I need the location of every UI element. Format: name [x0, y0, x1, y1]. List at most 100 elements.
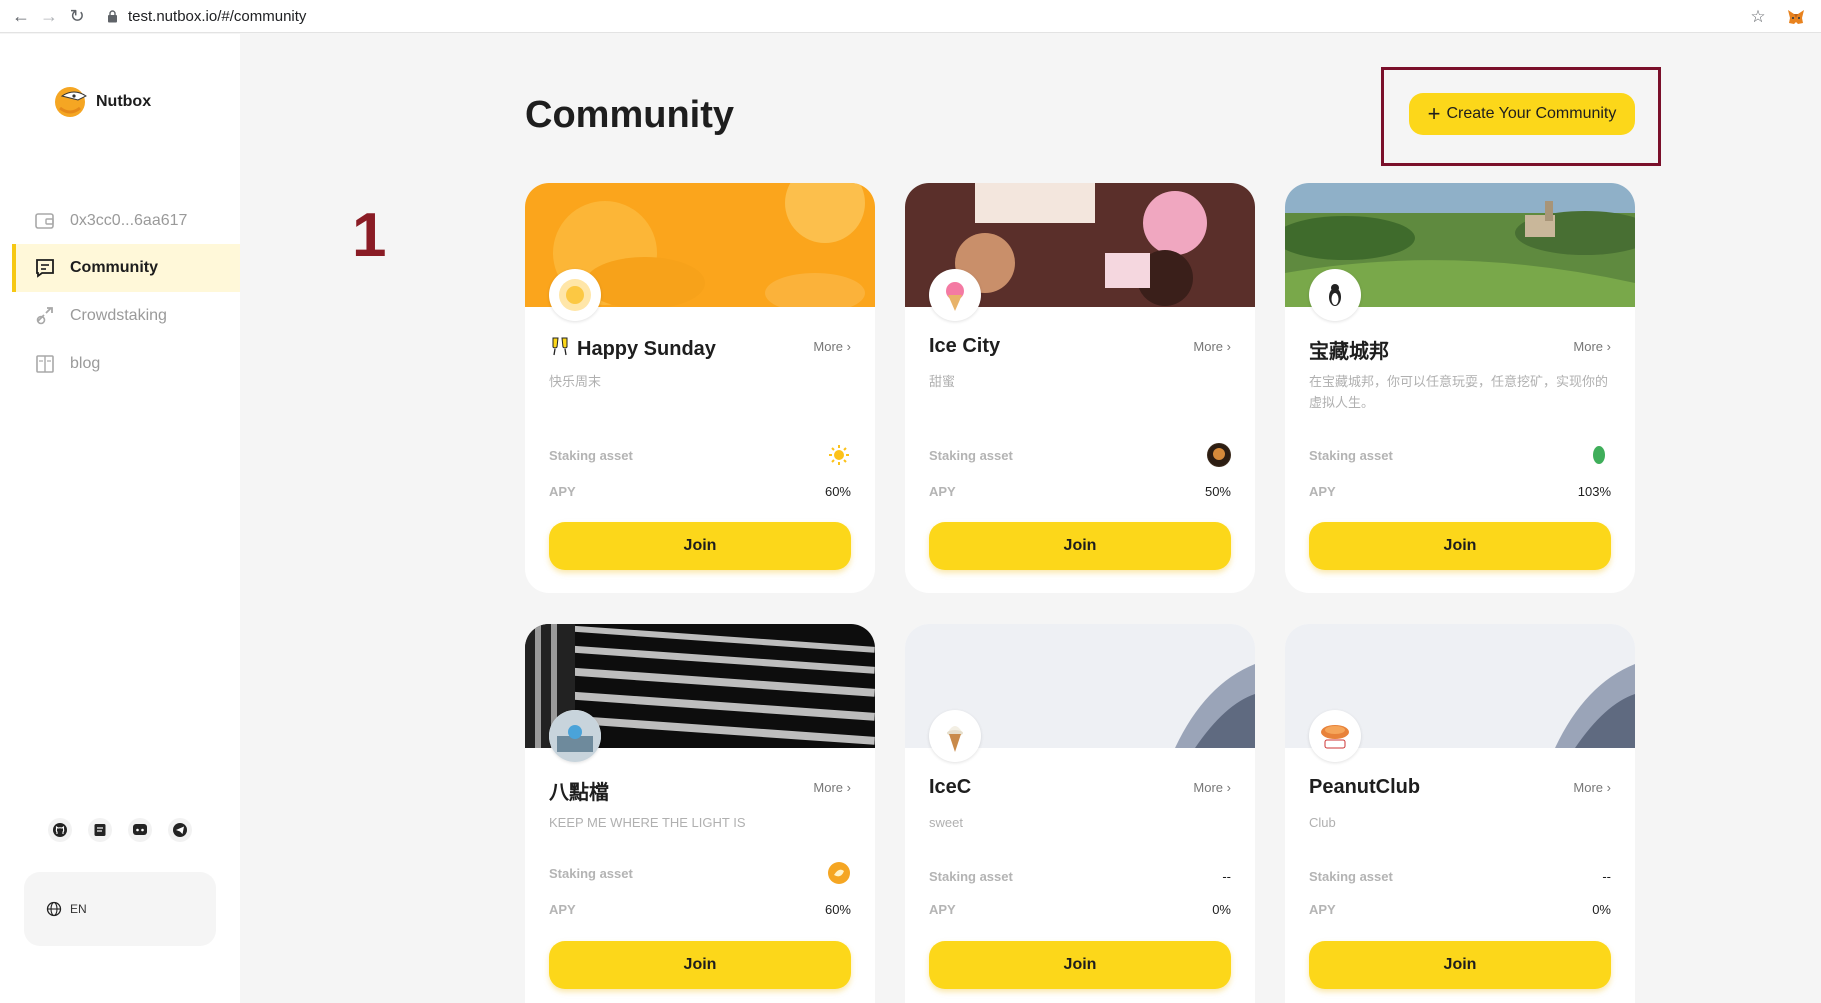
crowdstaking-icon	[34, 305, 56, 327]
wallet-icon	[34, 210, 56, 232]
staking-asset-nut-icon	[827, 861, 851, 885]
staking-asset-sun-icon	[827, 443, 851, 467]
community-avatar	[1309, 710, 1361, 762]
github-icon[interactable]	[48, 818, 72, 842]
staking-asset-label: Staking asset	[549, 448, 633, 463]
community-name: IceC	[929, 776, 972, 798]
community-card[interactable]: PeanutClub More › Club Staking asset -- …	[1285, 624, 1635, 1003]
community-card[interactable]: 八點檔 More › KEEP ME WHERE THE LIGHT IS St…	[525, 624, 875, 1003]
more-link[interactable]: More ›	[813, 339, 851, 354]
apy-label: APY	[549, 484, 576, 499]
apy-label: APY	[929, 484, 956, 499]
back-icon[interactable]: ←	[10, 5, 32, 27]
community-name: 宝藏城邦	[1309, 341, 1389, 363]
staking-asset-label: Staking asset	[929, 448, 1013, 463]
apy-value: 0%	[1212, 902, 1231, 917]
more-link[interactable]: More ›	[813, 780, 851, 795]
staking-asset-label: Staking asset	[929, 869, 1013, 884]
chevron-right-icon: ›	[1606, 780, 1611, 795]
join-button[interactable]: Join	[1309, 522, 1611, 570]
docs-icon[interactable]	[88, 818, 112, 842]
logo[interactable]: Nutbox	[52, 82, 151, 122]
page-title: Community	[525, 94, 734, 136]
globe-icon	[46, 901, 62, 917]
forward-icon[interactable]: →	[38, 5, 60, 27]
celebration-icon	[549, 335, 571, 363]
sidebar-item-label: Community	[70, 259, 158, 276]
chevron-right-icon: ›	[846, 339, 851, 354]
language-label: EN	[70, 902, 87, 916]
join-button[interactable]: Join	[929, 522, 1231, 570]
staking-asset-value: --	[1222, 869, 1231, 884]
apy-label: APY	[1309, 484, 1336, 499]
more-link[interactable]: More ›	[1573, 339, 1611, 354]
community-avatar	[549, 269, 601, 321]
community-card[interactable]: Ice City More › 甜蜜 Staking asset APY 50%…	[905, 183, 1255, 593]
chevron-right-icon: ›	[1226, 339, 1231, 354]
reload-icon[interactable]: ↻	[66, 5, 88, 27]
metamask-extension-icon[interactable]	[1785, 6, 1807, 28]
sidebar-item-crowdstaking[interactable]: Crowdstaking	[12, 292, 240, 340]
sidebar-item-wallet[interactable]: 0x3cc0...6aa617	[12, 197, 240, 245]
chevron-right-icon: ›	[1606, 339, 1611, 354]
community-avatar	[549, 710, 601, 762]
sidebar-item-label: blog	[70, 355, 101, 372]
apy-label: APY	[1309, 902, 1336, 917]
join-button[interactable]: Join	[1309, 941, 1611, 989]
community-card[interactable]: 宝藏城邦 More › 在宝藏城邦，你可以任意玩耍，任意挖矿，实现你的虚拟人生。…	[1285, 183, 1635, 593]
apy-value: 60%	[824, 484, 851, 499]
staking-asset-token-icon	[1207, 443, 1231, 467]
nutbox-logo-icon	[52, 82, 92, 122]
chevron-right-icon: ›	[1226, 780, 1231, 795]
staking-asset-label: Staking asset	[1309, 869, 1393, 884]
community-name: Ice City	[929, 335, 1001, 357]
more-link[interactable]: More ›	[1573, 780, 1611, 795]
community-description: 在宝藏城邦，你可以任意玩耍，任意挖矿，实现你的虚拟人生。	[1309, 374, 1609, 410]
community-icon	[34, 257, 56, 279]
community-description: 快乐周末	[549, 374, 602, 389]
sidebar: Nutbox 0x3cc0...6aa617 Community Crowdst…	[0, 34, 240, 1003]
social-links	[48, 818, 192, 842]
bookmark-star-icon[interactable]: ☆	[1747, 6, 1769, 28]
sidebar-item-label: 0x3cc0...6aa617	[70, 212, 188, 229]
discord-icon[interactable]	[128, 818, 152, 842]
apy-value: 0%	[1592, 902, 1611, 917]
community-avatar	[1309, 269, 1361, 321]
annotation-highlight-box	[1381, 67, 1661, 166]
annotation-step-number: 1	[352, 201, 387, 270]
address-bar[interactable]: test.nutbox.io/#/community	[128, 8, 306, 25]
community-avatar	[929, 710, 981, 762]
browser-toolbar: ← → ↻ test.nutbox.io/#/community ☆	[0, 0, 1821, 33]
community-card[interactable]: IceC More › sweet Staking asset -- APY 0…	[905, 624, 1255, 1003]
community-name: PeanutClub	[1309, 776, 1421, 798]
sidebar-item-community[interactable]: Community	[12, 244, 240, 292]
community-card[interactable]: Happy Sunday More › 快乐周末 Staking asset A…	[525, 183, 875, 593]
community-name: 八點檔	[549, 782, 609, 804]
join-button[interactable]: Join	[549, 522, 851, 570]
staking-asset-leaf-icon	[1587, 443, 1611, 467]
blog-icon	[34, 353, 56, 375]
staking-asset-value: --	[1602, 869, 1611, 884]
language-switcher[interactable]: EN	[24, 872, 216, 946]
sidebar-item-blog[interactable]: blog	[12, 340, 240, 388]
join-button[interactable]: Join	[549, 941, 851, 989]
staking-asset-label: Staking asset	[1309, 448, 1393, 463]
apy-label: APY	[549, 902, 576, 917]
join-button[interactable]: Join	[929, 941, 1231, 989]
lock-icon[interactable]	[106, 9, 118, 23]
sidebar-item-label: Crowdstaking	[70, 307, 167, 324]
community-description: Club	[1309, 815, 1336, 830]
community-description: 甜蜜	[929, 374, 956, 389]
apy-label: APY	[929, 902, 956, 917]
community-description: KEEP ME WHERE THE LIGHT IS	[549, 815, 746, 830]
community-avatar	[929, 269, 981, 321]
staking-asset-label: Staking asset	[549, 866, 633, 881]
apy-value: 50%	[1204, 484, 1231, 499]
chevron-right-icon: ›	[846, 780, 851, 795]
more-link[interactable]: More ›	[1193, 780, 1231, 795]
telegram-icon[interactable]	[168, 818, 192, 842]
community-description: sweet	[929, 815, 963, 830]
apy-value: 103%	[1577, 484, 1611, 499]
brand-name: Nutbox	[96, 93, 152, 110]
more-link[interactable]: More ›	[1193, 339, 1231, 354]
